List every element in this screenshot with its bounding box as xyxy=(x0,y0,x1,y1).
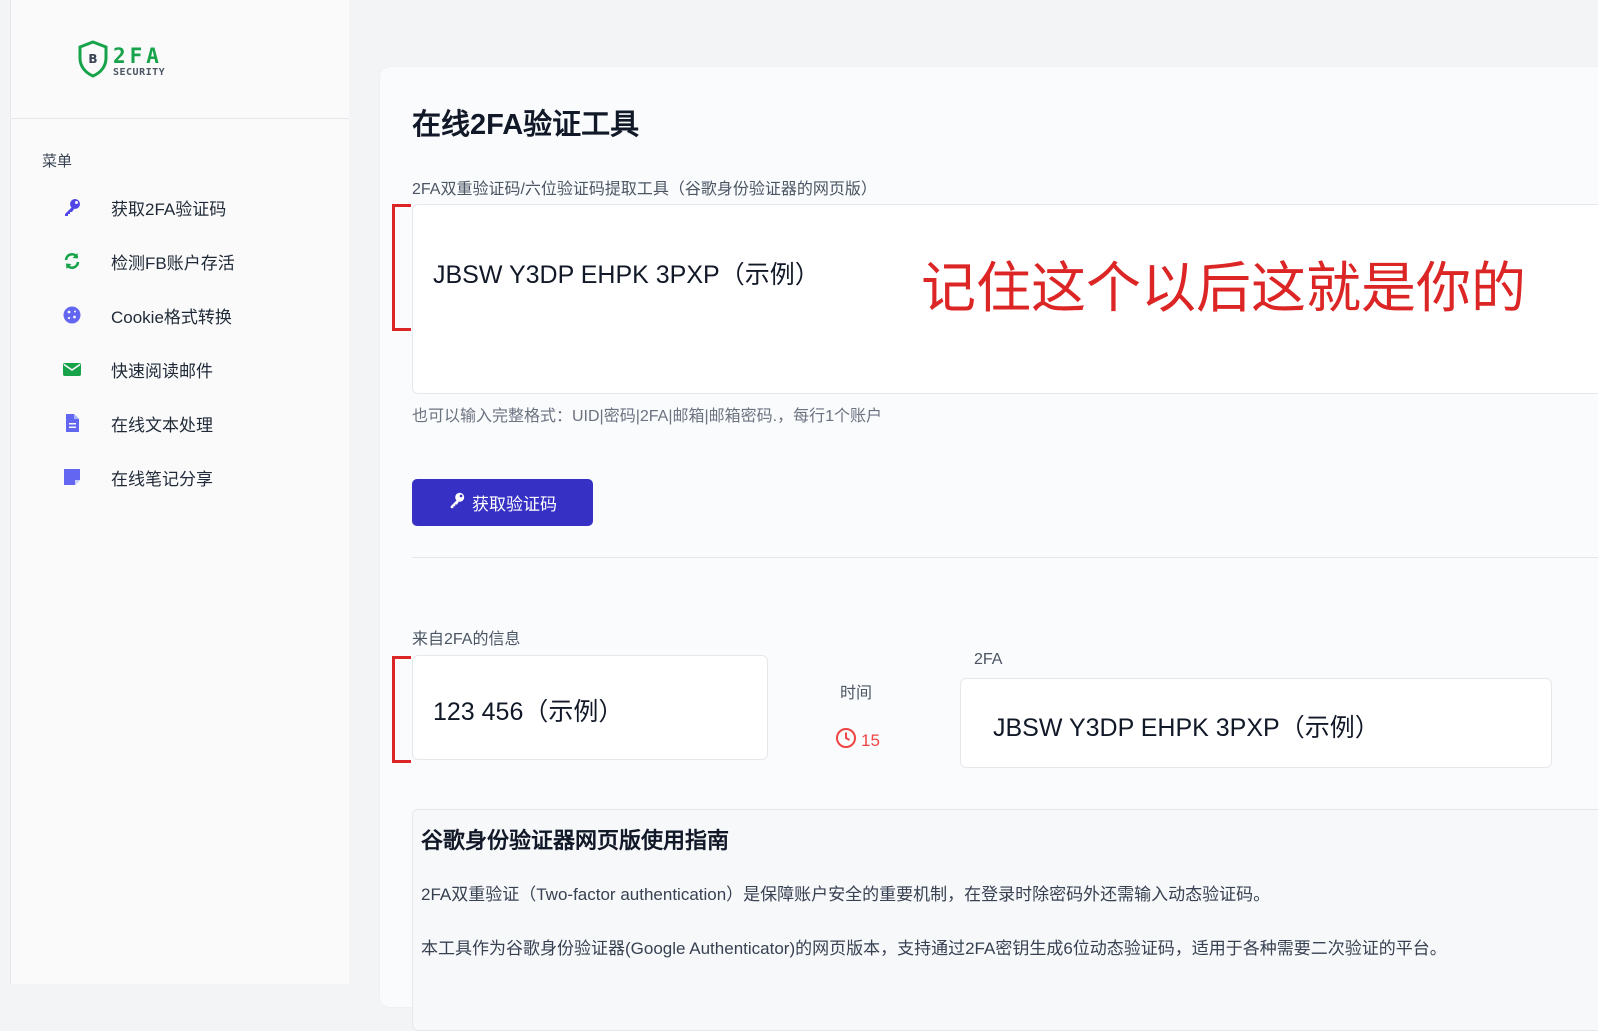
countdown-value: 15 xyxy=(861,730,880,750)
verification-code-value: 123 456（示例） xyxy=(433,698,624,726)
sidebar-item-label: Cookie格式转换 xyxy=(111,307,232,327)
sidebar-item-get-2fa[interactable]: 获取2FA验证码 xyxy=(11,180,349,234)
page-title: 在线2FA验证工具 xyxy=(412,109,640,141)
sidebar-menu: 获取2FA验证码 检测FB账户存活 Cookie格式转换 快速阅读邮件 在线文本… xyxy=(11,180,349,504)
sidebar-item-text-process[interactable]: 在线文本处理 xyxy=(11,396,349,450)
countdown-timer: 15 xyxy=(835,727,880,754)
main-card: 在线2FA验证工具 2FA双重验证码/六位验证码提取工具（谷歌身份验证器的网页版… xyxy=(380,67,1598,1031)
sidebar-item-label: 在线笔记分享 xyxy=(111,469,213,489)
secret-input-label: 2FA双重验证码/六位验证码提取工具（谷歌身份验证器的网页版） xyxy=(412,181,877,198)
note-icon xyxy=(61,466,83,488)
verification-code-field[interactable]: 123 456（示例） xyxy=(412,655,768,760)
guide-title: 谷歌身份验证器网页版使用指南 xyxy=(421,828,730,853)
divider xyxy=(412,557,1598,558)
logo-area: B 2FA SECURITY xyxy=(11,0,349,119)
logo-main-text: 2FA xyxy=(113,43,163,68)
document-icon xyxy=(61,412,83,434)
annotation-bracket-bottom xyxy=(392,656,411,763)
guide-paragraph: 本工具作为谷歌身份验证器(Google Authenticator)的网页版本，… xyxy=(421,939,1447,958)
envelope-icon xyxy=(61,358,83,380)
key-icon xyxy=(61,196,83,218)
menu-title: 菜单 xyxy=(42,153,73,170)
shield-icon: B xyxy=(77,40,109,83)
refresh-icon xyxy=(61,250,83,272)
annotation-bracket-top xyxy=(392,204,411,331)
sidebar-item-check-fb[interactable]: 检测FB账户存活 xyxy=(11,234,349,288)
sidebar-item-note-share[interactable]: 在线笔记分享 xyxy=(11,450,349,504)
logo-badge: B xyxy=(88,52,97,66)
sidebar-item-label: 快速阅读邮件 xyxy=(111,361,213,381)
sidebar-item-read-mail[interactable]: 快速阅读邮件 xyxy=(11,342,349,396)
logo[interactable]: B 2FA SECURITY xyxy=(77,40,165,83)
sidebar-item-label: 检测FB账户存活 xyxy=(111,253,235,273)
sidebar: B 2FA SECURITY 菜单 获取2FA验证码 检测FB账户存活 Cook… xyxy=(10,0,349,984)
sidebar-item-label: 在线文本处理 xyxy=(111,415,213,435)
key-icon xyxy=(448,491,466,514)
guide-paragraph: 2FA双重验证（Two-factor authentication）是保障账户安… xyxy=(421,885,1271,904)
secret-key-value: JBSW Y3DP EHPK 3PXP（示例） xyxy=(433,261,820,289)
annotation-note: 记住这个以后这就是你的 xyxy=(921,256,1527,320)
clock-icon xyxy=(835,727,857,754)
sidebar-item-cookie[interactable]: Cookie格式转换 xyxy=(11,288,349,342)
twofa-label: 2FA xyxy=(974,651,1003,668)
secret-key-textarea[interactable]: JBSW Y3DP EHPK 3PXP（示例） 记住这个以后这就是你的 xyxy=(412,204,1598,394)
get-code-button[interactable]: 获取验证码 xyxy=(412,479,593,526)
twofa-key-value: JBSW Y3DP EHPK 3PXP（示例） xyxy=(993,714,1380,742)
cookie-icon xyxy=(61,304,83,326)
twofa-key-field[interactable]: JBSW Y3DP EHPK 3PXP（示例） xyxy=(960,678,1552,768)
result-label: 来自2FA的信息 xyxy=(412,631,521,648)
sidebar-item-label: 获取2FA验证码 xyxy=(111,199,227,219)
time-label: 时间 xyxy=(840,685,873,702)
usage-guide: 谷歌身份验证器网页版使用指南 2FA双重验证（Two-factor authen… xyxy=(412,809,1598,1031)
input-format-hint: 也可以输入完整格式：UID|密码|2FA|邮箱|邮箱密码.，每行1个账户 xyxy=(412,408,882,425)
get-code-button-label: 获取验证码 xyxy=(472,495,557,514)
logo-sub-text: SECURITY xyxy=(113,66,166,78)
